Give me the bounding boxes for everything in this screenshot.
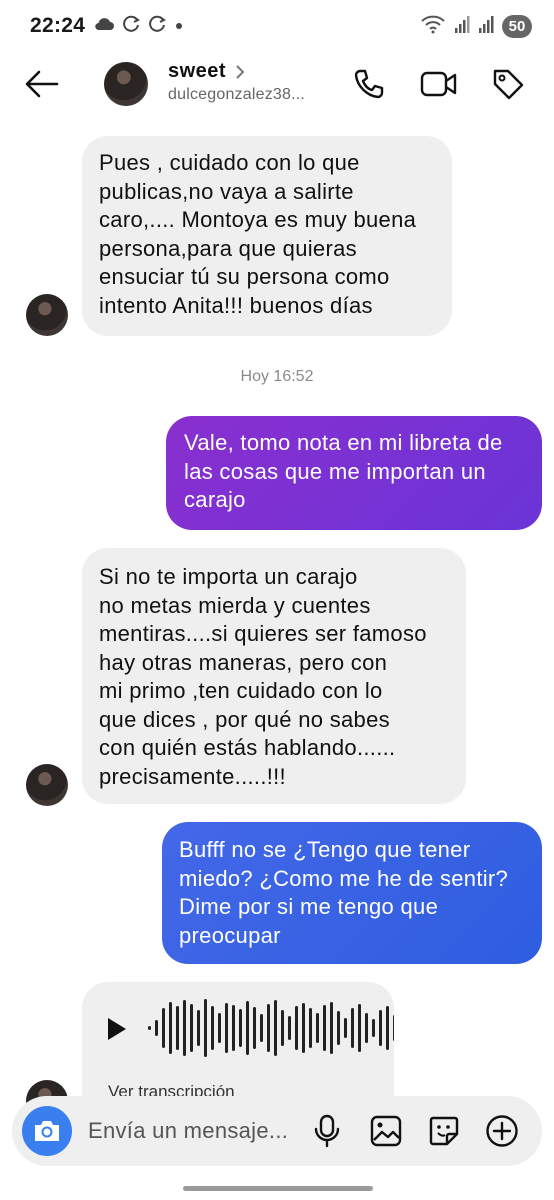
waveform-bar [295,1006,298,1050]
waveform-bar [190,1004,193,1052]
back-arrow-icon [25,70,59,98]
waveform-bar [330,1002,333,1054]
chevron-right-icon [236,64,245,79]
sender-avatar[interactable] [26,294,68,336]
waveform-bar [267,1004,270,1052]
waveform-bar [309,1008,312,1048]
play-icon [108,1018,126,1040]
waveform-bar [372,1019,375,1037]
status-bar: 22:24 50 [0,0,554,52]
message-bubble-incoming[interactable]: Si no te importa un carajo no metas mier… [82,548,466,804]
video-camera-icon [420,71,457,97]
waveform-bar [274,1000,277,1056]
play-button[interactable] [104,1014,130,1044]
waveform-bar [155,1020,158,1036]
wifi-icon [420,14,446,39]
waveform-bar [281,1010,284,1046]
sync-icon [123,15,141,38]
waveform-bar [169,1002,172,1054]
waveform-bar [148,1026,151,1030]
image-icon [370,1115,402,1147]
chat-header: sweet dulcegonzalez38... [0,52,554,116]
status-time: 22:24 [30,14,86,37]
signal-icon [454,14,470,39]
message-bubble-incoming[interactable]: Pues , cuidado con lo que publicas,no va… [82,136,452,336]
waveform-bar [288,1016,291,1040]
tag-icon [493,69,524,100]
video-call-button[interactable] [419,64,459,104]
waveform-bar [393,1015,394,1041]
status-right: 50 [420,14,532,39]
waveform-bar [358,1004,361,1052]
waveform-bar [260,1014,263,1042]
message-bubble-outgoing[interactable]: Bufff no se ¿Tengo que tener miedo? ¿Com… [162,822,542,964]
audio-waveform[interactable] [148,998,394,1058]
contact-name: sweet [168,60,227,82]
sync-icon [149,15,167,38]
contact-name-row: sweet [168,60,305,83]
waveform-bar [337,1011,340,1045]
message-input[interactable]: Envía un mensaje... [88,1118,288,1144]
waveform-bar [386,1006,389,1050]
home-indicator[interactable] [183,1186,373,1191]
waveform-bar [232,1005,235,1051]
waveform-bar [197,1010,200,1046]
waveform-bar [253,1007,256,1049]
signal-icon [478,14,494,39]
sender-avatar[interactable] [26,764,68,806]
message-composer: Envía un mensaje... [12,1096,542,1166]
camera-button[interactable] [22,1106,72,1156]
contact-username: dulcegonzalez38... [168,86,306,103]
cloud-icon [93,16,115,37]
gallery-button[interactable] [367,1112,405,1150]
plus-circle-icon [486,1115,518,1147]
waveform-bar [176,1006,179,1050]
waveform-bar [316,1013,319,1043]
microphone-icon [314,1114,340,1148]
more-options-button[interactable] [483,1112,521,1150]
waveform-bar [344,1018,347,1038]
waveform-bar [239,1009,242,1047]
waveform-bar [246,1001,249,1055]
waveform-bar [225,1003,228,1053]
waveform-bar [365,1013,368,1043]
tag-button[interactable] [488,64,528,104]
message-bubble-outgoing[interactable]: Vale, tomo nota en mi libreta de las cos… [166,416,542,530]
audio-call-button[interactable] [349,64,389,104]
contact-info[interactable]: sweet dulcegonzalez38... [168,60,305,104]
waveform-bar [162,1008,165,1048]
message-timestamp: Hoy 16:52 [240,368,314,385]
waveform-bar [323,1005,326,1051]
battery-indicator: 50 [502,14,532,38]
waveform-bar [211,1006,214,1050]
sticker-button[interactable] [425,1112,463,1150]
phone-icon [354,69,384,99]
contact-avatar[interactable] [104,62,148,106]
waveform-bar [351,1008,354,1048]
dot-icon [175,17,183,35]
status-left: 22:24 [30,14,183,38]
waveform-bar [204,999,207,1057]
dm-chat-screen: 22:24 50 sweet dulcegonzalez38... Pues ,… [0,0,554,1200]
waveform-bar [379,1010,382,1046]
waveform-bar [302,1003,305,1053]
voice-record-button[interactable] [308,1112,346,1150]
waveform-bar [183,1000,186,1056]
back-button[interactable] [22,64,62,104]
sticker-icon [429,1116,459,1146]
camera-icon [35,1121,59,1141]
waveform-bar [218,1013,221,1043]
